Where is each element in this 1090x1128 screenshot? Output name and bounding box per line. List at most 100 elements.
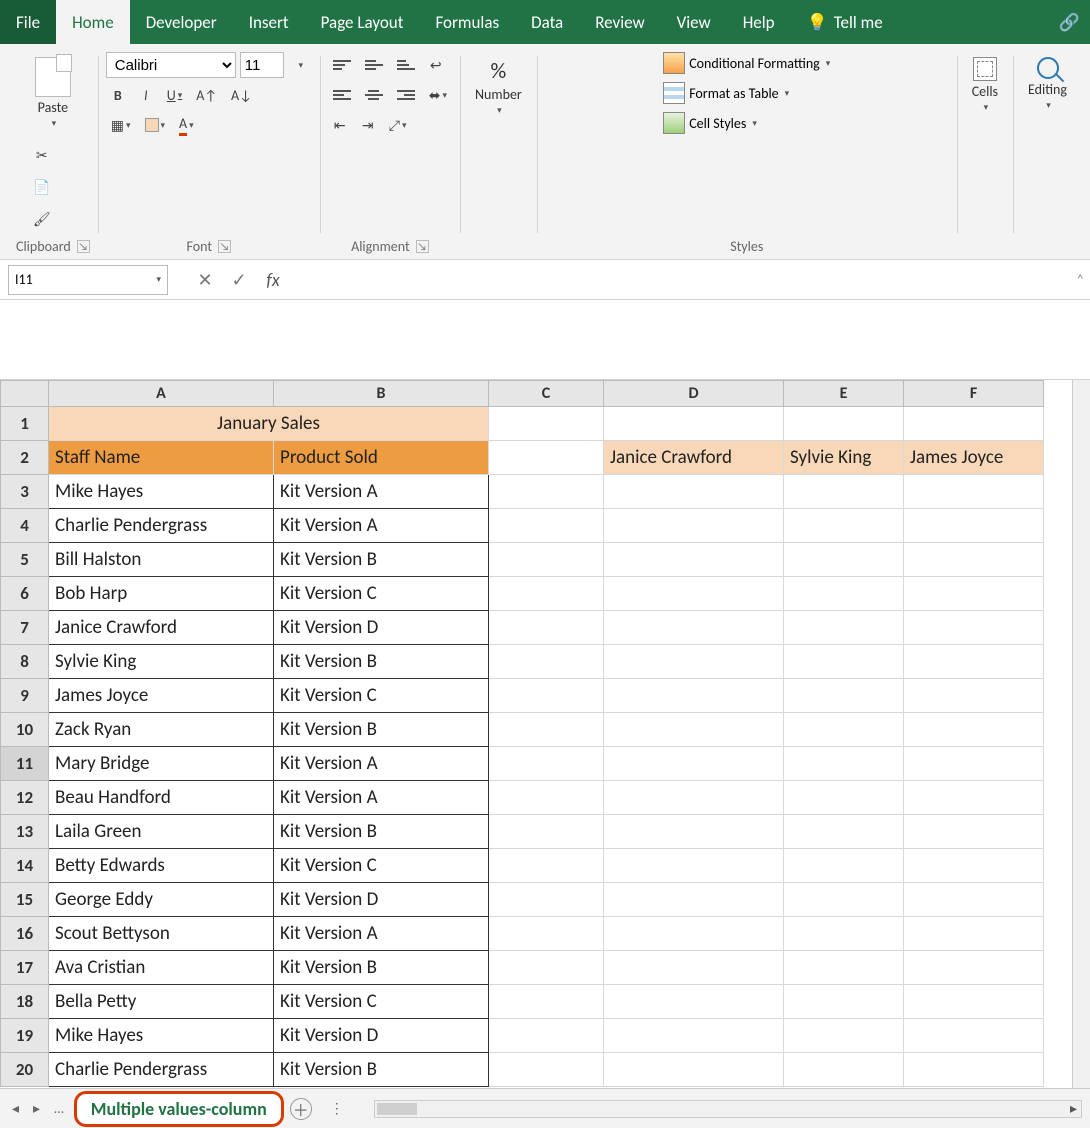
cell[interactable] — [489, 441, 604, 475]
cell[interactable] — [784, 985, 904, 1019]
data-staff-14[interactable]: Betty Edwards — [49, 849, 274, 883]
row-header-9[interactable]: 9 — [1, 679, 49, 713]
cell[interactable] — [604, 1019, 784, 1053]
column-header-B[interactable]: B — [274, 381, 489, 407]
row-header-15[interactable]: 15 — [1, 883, 49, 917]
data-product-14[interactable]: Kit Version C — [274, 849, 489, 883]
data-staff-7[interactable]: Janice Crawford — [49, 611, 274, 645]
cell[interactable] — [489, 1019, 604, 1053]
row-header-12[interactable]: 12 — [1, 781, 49, 815]
vertical-scrollbar[interactable] — [1072, 380, 1090, 1088]
data-staff-9[interactable]: James Joyce — [49, 679, 274, 713]
row-header-10[interactable]: 10 — [1, 713, 49, 747]
formula-input[interactable] — [290, 265, 1090, 295]
align-bottom-button[interactable] — [392, 52, 420, 78]
cell[interactable] — [604, 985, 784, 1019]
merge-button[interactable]: ⬌▾ — [424, 82, 452, 108]
data-product-15[interactable]: Kit Version D — [274, 883, 489, 917]
align-left-button[interactable] — [328, 82, 356, 108]
cell[interactable] — [604, 407, 784, 441]
cell[interactable] — [784, 815, 904, 849]
cut-button[interactable]: ✂ — [28, 142, 56, 168]
data-product-19[interactable]: Kit Version D — [274, 1019, 489, 1053]
copy-button[interactable]: 📄 — [28, 174, 56, 200]
horizontal-scrollbar[interactable]: ▸ — [374, 1100, 1082, 1118]
data-staff-13[interactable]: Laila Green — [49, 815, 274, 849]
cell-styles-button[interactable]: Cell Styles ▾ — [663, 112, 830, 134]
column-header-F[interactable]: F — [904, 381, 1044, 407]
sheet-nav-first[interactable]: ◂ — [8, 1100, 23, 1117]
cell[interactable] — [904, 849, 1044, 883]
data-product-10[interactable]: Kit Version B — [274, 713, 489, 747]
data-staff-10[interactable]: Zack Ryan — [49, 713, 274, 747]
data-staff-11[interactable]: Mary Bridge — [49, 747, 274, 781]
cell[interactable] — [489, 781, 604, 815]
cell[interactable] — [489, 985, 604, 1019]
row-header-7[interactable]: 7 — [1, 611, 49, 645]
cell[interactable] — [784, 1053, 904, 1087]
cell[interactable] — [784, 781, 904, 815]
conditional-formatting-button[interactable]: Conditional Formatting ▾ — [663, 52, 830, 74]
align-center-button[interactable] — [360, 82, 388, 108]
format-as-table-button[interactable]: Format as Table ▾ — [663, 82, 830, 104]
cell[interactable] — [784, 645, 904, 679]
data-product-6[interactable]: Kit Version C — [274, 577, 489, 611]
number-format-button[interactable]: % Number ▾ — [468, 52, 529, 121]
decrease-font-button[interactable]: A↓ — [226, 82, 257, 108]
data-staff-17[interactable]: Ava Cristian — [49, 951, 274, 985]
font-name-select[interactable]: Calibri — [106, 52, 236, 78]
cell[interactable] — [784, 747, 904, 781]
tab-home[interactable]: Home — [56, 0, 130, 44]
format-painter-button[interactable]: 🖌 — [28, 206, 56, 232]
cell[interactable] — [784, 849, 904, 883]
tab-review[interactable]: Review — [579, 0, 660, 44]
row-header-11[interactable]: 11 — [1, 747, 49, 781]
cell[interactable] — [604, 713, 784, 747]
share-button[interactable]: 🔗 — [1043, 0, 1090, 44]
data-product-18[interactable]: Kit Version C — [274, 985, 489, 1019]
cell[interactable] — [904, 985, 1044, 1019]
cell[interactable] — [604, 747, 784, 781]
row-header-8[interactable]: 8 — [1, 645, 49, 679]
cell[interactable] — [784, 509, 904, 543]
cell[interactable] — [784, 1019, 904, 1053]
tab-developer[interactable]: Developer — [130, 0, 233, 44]
cell[interactable] — [489, 679, 604, 713]
column-header-E[interactable]: E — [784, 381, 904, 407]
row-header-18[interactable]: 18 — [1, 985, 49, 1019]
cell[interactable] — [604, 1053, 784, 1087]
worksheet-grid[interactable]: ABCDEF1January Sales2Staff NameProduct S… — [0, 380, 1090, 1088]
lookup-f2[interactable]: James Joyce — [904, 441, 1044, 475]
data-product-9[interactable]: Kit Version C — [274, 679, 489, 713]
cell[interactable] — [784, 543, 904, 577]
cell[interactable] — [904, 951, 1044, 985]
header-staff-name[interactable]: Staff Name — [49, 441, 274, 475]
editing-button[interactable]: Editing ▾ — [1021, 52, 1074, 116]
data-product-3[interactable]: Kit Version A — [274, 475, 489, 509]
cell[interactable] — [784, 951, 904, 985]
row-header-5[interactable]: 5 — [1, 543, 49, 577]
cell[interactable] — [784, 611, 904, 645]
cells-button[interactable]: Cells ▾ — [965, 52, 1005, 118]
data-staff-4[interactable]: Charlie Pendergrass — [49, 509, 274, 543]
cell[interactable] — [604, 781, 784, 815]
title-cell[interactable]: January Sales — [49, 407, 489, 441]
fill-color-button[interactable]: ▾ — [140, 112, 171, 138]
cell[interactable] — [604, 645, 784, 679]
underline-button[interactable]: U▾ — [162, 82, 188, 108]
column-header-D[interactable]: D — [604, 381, 784, 407]
cell[interactable] — [904, 883, 1044, 917]
tab-page-layout[interactable]: Page Layout — [305, 0, 420, 44]
borders-button[interactable]: ▦▾ — [106, 112, 136, 138]
cell[interactable] — [604, 679, 784, 713]
cell[interactable] — [904, 543, 1044, 577]
row-header-2[interactable]: 2 — [1, 441, 49, 475]
cell[interactable] — [904, 747, 1044, 781]
cell[interactable] — [784, 679, 904, 713]
data-staff-19[interactable]: Mike Hayes — [49, 1019, 274, 1053]
data-product-13[interactable]: Kit Version B — [274, 815, 489, 849]
cell[interactable] — [904, 713, 1044, 747]
data-staff-16[interactable]: Scout Bettyson — [49, 917, 274, 951]
tell-me[interactable]: 💡 Tell me — [791, 0, 899, 44]
cell[interactable] — [904, 509, 1044, 543]
